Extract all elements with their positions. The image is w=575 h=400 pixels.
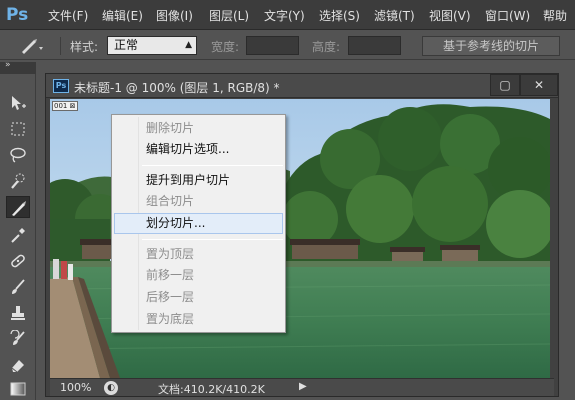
height-label: 高度: [312, 40, 341, 54]
status-menu-arrow-icon[interactable]: ▶ [299, 381, 307, 392]
menu-filter[interactable]: 滤镜(T) [374, 7, 415, 24]
close-button[interactable]: ✕ [520, 74, 558, 96]
menu-type[interactable]: 文字(Y) [264, 7, 305, 24]
quick-selection-icon[interactable] [6, 170, 30, 192]
eyedropper-icon[interactable] [6, 224, 30, 246]
clone-stamp-icon[interactable] [6, 302, 30, 324]
menu-select[interactable]: 选择(S) [319, 7, 360, 24]
document-title: 未标题-1 @ 100% (图层 1, RGB/8) * [74, 81, 280, 95]
photoshop-logo: Ps [6, 5, 29, 25]
history-brush-icon[interactable] [6, 328, 30, 350]
menu-window[interactable]: 窗口(W) [485, 7, 530, 24]
document-size: 文档:410.2K/410.2K [158, 383, 265, 396]
brush-tool-icon[interactable] [6, 276, 30, 298]
document-titlebar[interactable]: Ps 未标题-1 @ 100% (图层 1, RGB/8) * ▬ ✕ [46, 74, 558, 98]
zoom-level[interactable]: 100% [60, 381, 91, 394]
menu-view[interactable]: 视图(V) [429, 7, 471, 24]
toolbox: » [0, 60, 36, 400]
menu-help[interactable]: 帮助 [543, 7, 567, 24]
document-ps-icon: Ps [53, 79, 69, 93]
menu-item-bring-forward[interactable]: 前移一层 [114, 265, 283, 286]
width-input[interactable] [246, 36, 299, 55]
height-input[interactable] [348, 36, 401, 55]
menu-item-edit-slice-options[interactable]: 编辑切片选项... [114, 139, 283, 160]
slices-from-guides-button[interactable]: 基于参考线的切片 [422, 36, 560, 56]
style-label: 样式: [70, 40, 99, 54]
menu-item-delete-slice[interactable]: 删除切片 [114, 118, 283, 139]
marquee-tool-icon[interactable] [6, 118, 30, 140]
close-icon: ✕ [533, 78, 545, 92]
menu-item-send-to-back[interactable]: 置为底层 [114, 309, 283, 330]
slice-context-menu: 删除切片 编辑切片选项... 提升到用户切片 组合切片 划分切片... 置为顶层… [111, 114, 286, 333]
menu-item-combine-slices[interactable]: 组合切片 [114, 191, 283, 212]
menu-item-bring-to-front[interactable]: 置为顶层 [114, 244, 283, 265]
style-select[interactable]: 正常 ▲ [107, 36, 197, 55]
move-tool-icon[interactable] [6, 92, 30, 114]
style-select-value: 正常 [114, 38, 139, 52]
lasso-tool-icon[interactable] [6, 144, 30, 166]
options-bar: 样式: 正常 ▲ 宽度: 高度: 基于参考线的切片 [0, 31, 575, 60]
collapse-icon[interactable]: » [5, 60, 11, 70]
options-divider [60, 37, 61, 55]
menu-bar: Ps 文件(F) 编辑(E) 图像(I) 图层(L) 文字(Y) 选择(S) 滤… [0, 0, 575, 30]
menu-item-divide-slice[interactable]: 划分切片... [114, 213, 283, 234]
menu-item-send-backward[interactable]: 后移一层 [114, 287, 283, 308]
slice-number-tag: 001 ⊠ [52, 101, 78, 111]
maximize-icon: ▢ [499, 78, 511, 92]
menu-image[interactable]: 图像(I) [156, 7, 193, 24]
toolbox-header[interactable]: » [0, 60, 36, 74]
slice-tool-icon[interactable] [18, 36, 44, 56]
eraser-icon[interactable] [6, 354, 30, 376]
healing-brush-icon[interactable] [6, 250, 30, 272]
maximize-button[interactable]: ▢ [490, 74, 520, 96]
menu-item-promote-to-user-slice[interactable]: 提升到用户切片 [114, 170, 283, 191]
menu-layer[interactable]: 图层(L) [209, 7, 249, 24]
slice-tool-active-icon[interactable] [6, 196, 30, 218]
width-label: 宽度: [211, 40, 240, 54]
gradient-icon[interactable] [6, 378, 30, 400]
menu-edit[interactable]: 编辑(E) [102, 7, 143, 24]
menu-separator [142, 165, 283, 166]
menu-separator [142, 239, 283, 240]
updown-arrow-icon: ▲ [185, 40, 192, 50]
menu-file[interactable]: 文件(F) [48, 7, 88, 24]
status-bar: 100% ◐ 文档:410.2K/410.2K ▶ [50, 378, 554, 396]
status-info-icon[interactable]: ◐ [104, 381, 118, 395]
